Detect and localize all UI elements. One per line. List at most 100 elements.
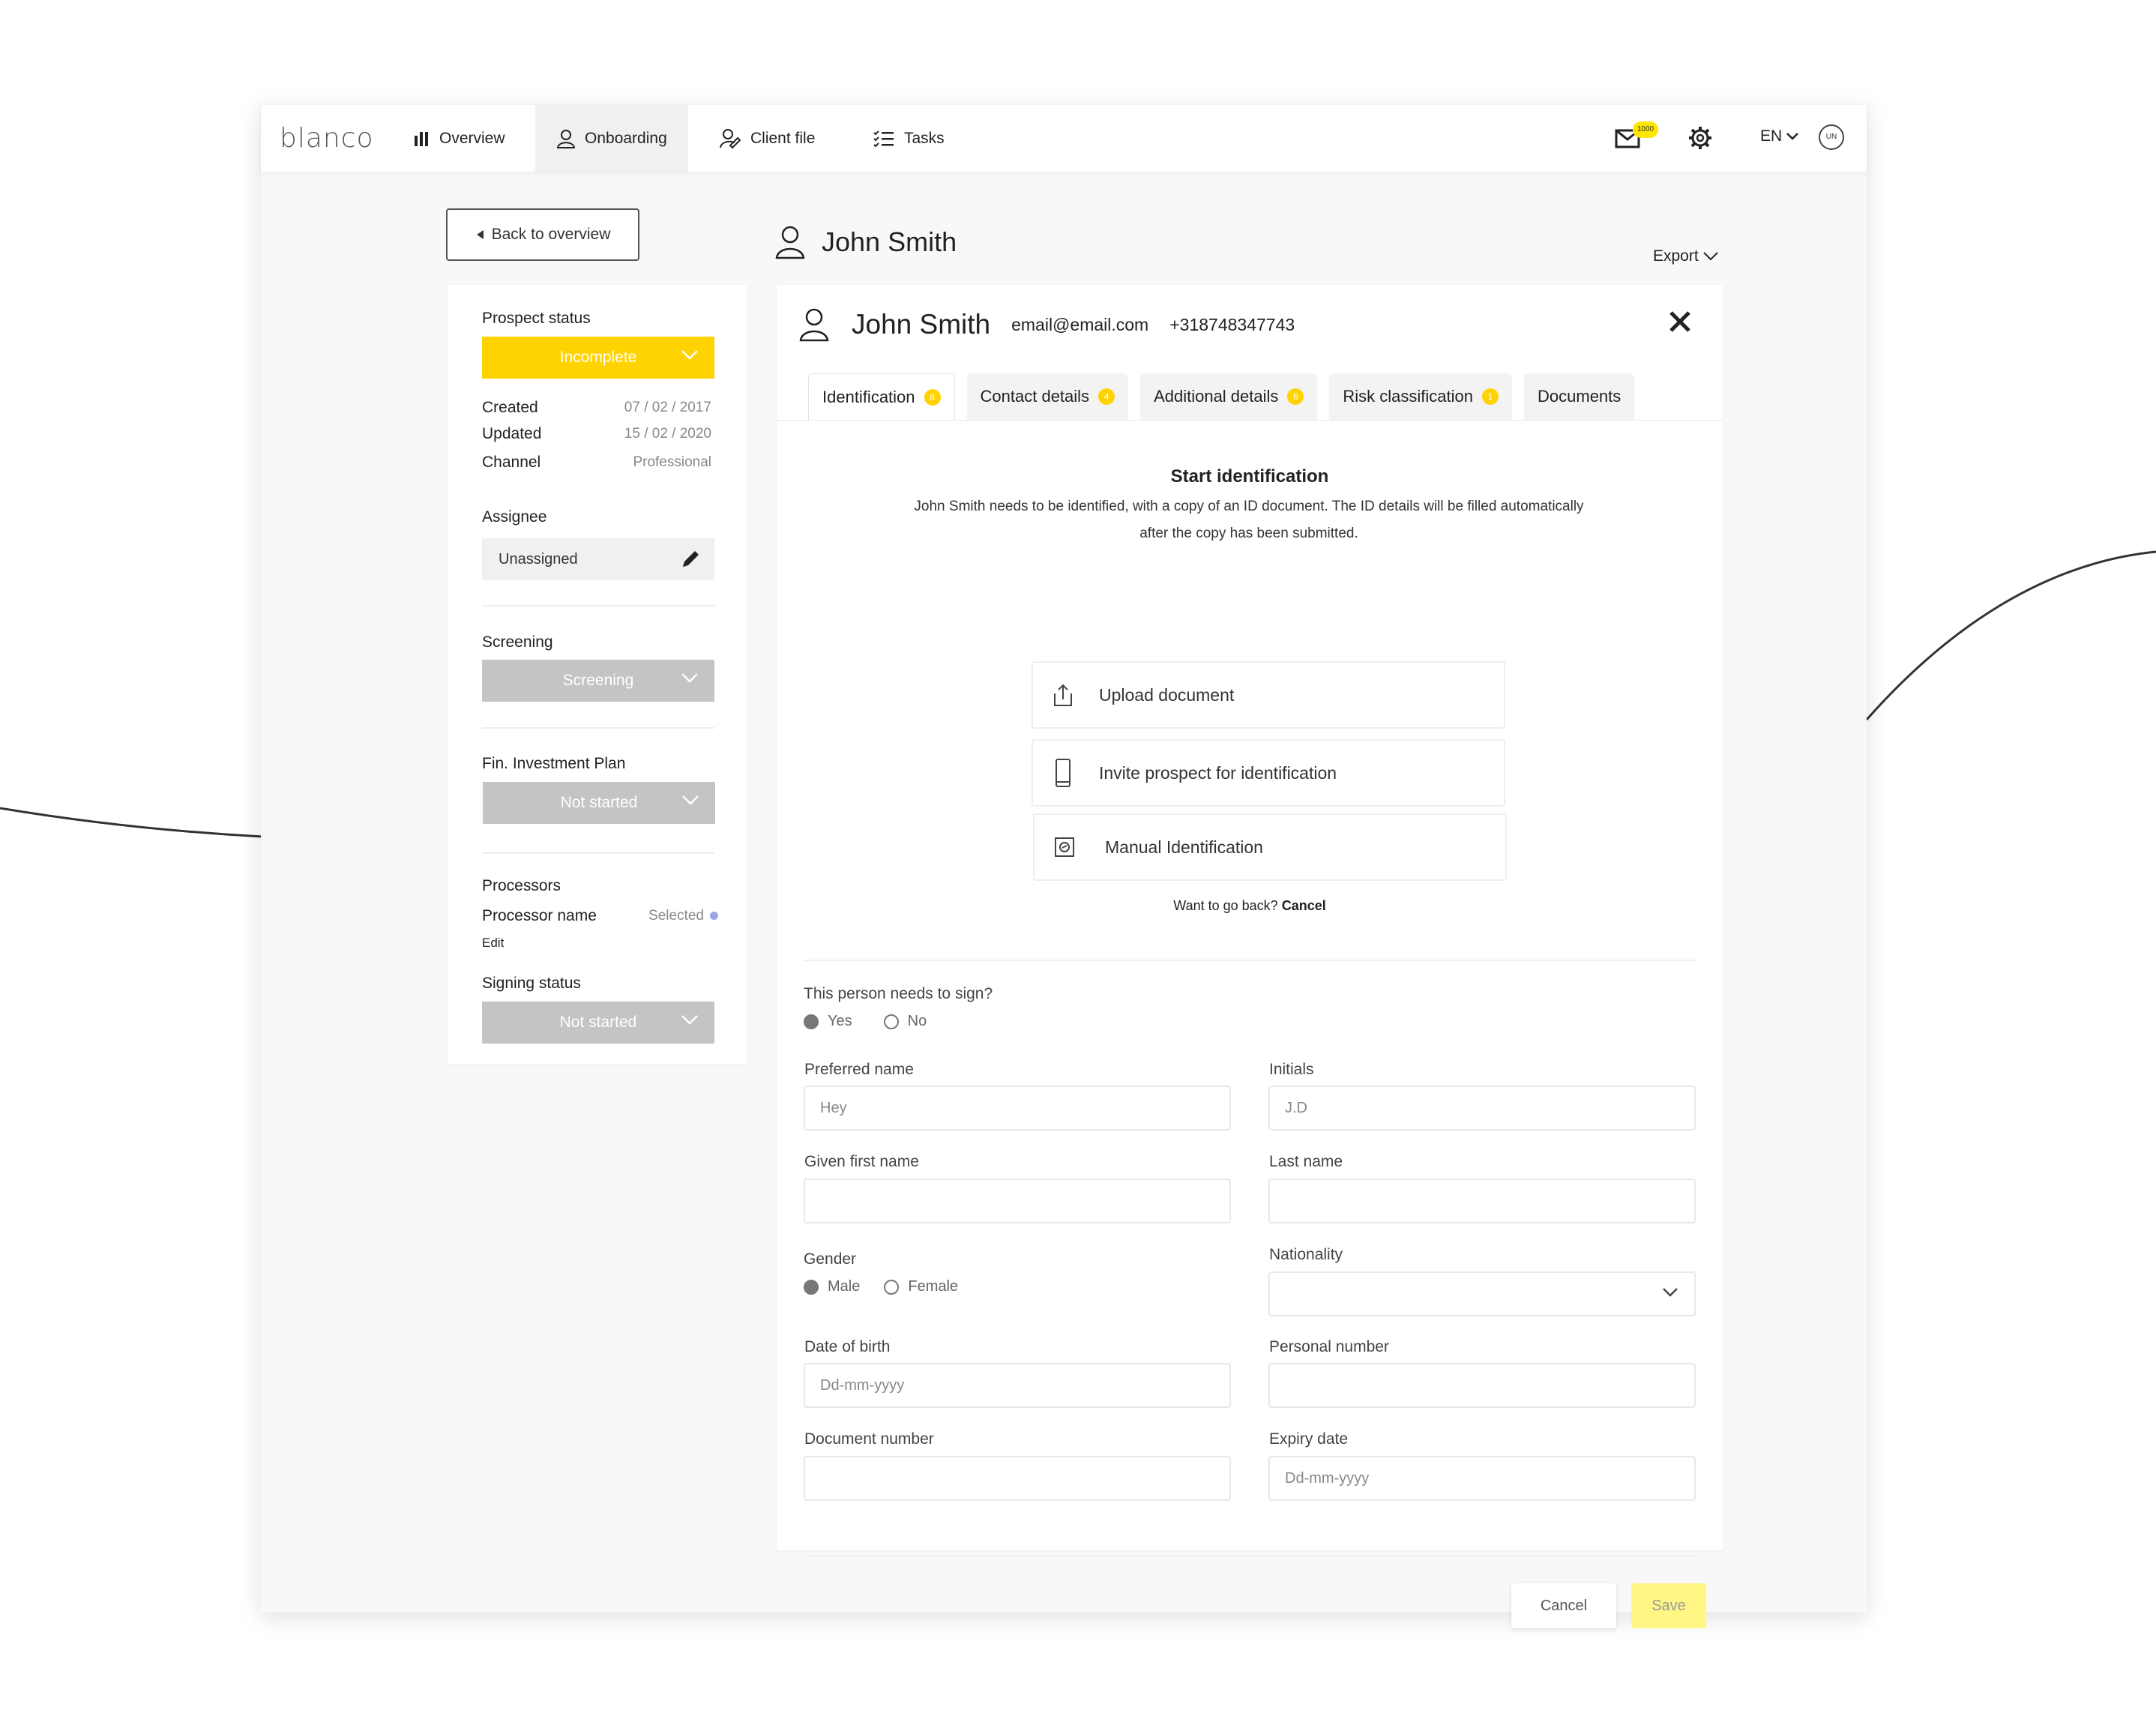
chevron-down-icon [681, 673, 698, 683]
gender-female-radio[interactable]: Female [884, 1278, 958, 1295]
app-window: blanco Overview Onboarding Client file T… [261, 105, 1867, 1628]
nav-onboarding[interactable]: Onboarding [535, 105, 688, 172]
tab-label: Contact details [980, 387, 1090, 406]
date-of-birth-input[interactable]: Dd-mm-yyyy [804, 1363, 1231, 1408]
nationality-select[interactable] [1268, 1271, 1696, 1316]
tab-badge: 4 [1098, 388, 1115, 405]
processor-edit-link[interactable]: Edit [482, 936, 504, 951]
fin-investment-plan-value: Not started [560, 794, 638, 811]
cancel-button[interactable]: Cancel [1511, 1583, 1616, 1628]
prospect-status-value: Incomplete [559, 349, 637, 366]
given-first-name-label: Given first name [804, 1153, 919, 1170]
go-back-cancel-link[interactable]: Cancel [1282, 898, 1326, 913]
created-label: Created [482, 399, 538, 416]
nav-tasks-label: Tasks [904, 129, 945, 147]
fin-investment-plan-dropdown[interactable]: Not started [483, 782, 715, 824]
export-dropdown[interactable]: Export [1653, 247, 1718, 265]
divider [482, 852, 714, 854]
expiry-date-input[interactable]: Dd-mm-yyyy [1268, 1456, 1696, 1501]
upload-document-option[interactable]: Upload document [1032, 661, 1505, 729]
prospect-phone: +318748347743 [1169, 314, 1295, 334]
processor-status-text: Selected [648, 908, 704, 924]
document-number-input[interactable] [804, 1456, 1231, 1501]
manual-identification-option[interactable]: Manual Identification [1033, 813, 1507, 881]
chevron-down-icon [1702, 252, 1718, 261]
date-of-birth-placeholder: Dd-mm-yyyy [820, 1376, 905, 1394]
nationality-label: Nationality [1269, 1246, 1343, 1263]
footer-divider [804, 1556, 1697, 1557]
prospect-sidebar: Prospect status Incomplete Created 07 / … [448, 285, 747, 1065]
assignee-value: Unassigned [499, 550, 578, 568]
preferred-name-input[interactable]: Hey [804, 1086, 1231, 1131]
nav-client-file[interactable]: Client file [698, 105, 836, 172]
tab-additional-details[interactable]: Additional details 6 [1140, 373, 1318, 420]
manual-identification-label: Manual Identification [1105, 837, 1263, 857]
radio-dot [883, 1014, 899, 1029]
tab-badge: 8 [924, 388, 941, 406]
processor-name-label: Processor name [482, 907, 597, 924]
chevron-down-icon [681, 1015, 698, 1025]
given-first-name-input[interactable] [804, 1178, 1231, 1223]
assignee-field[interactable]: Unassigned [482, 538, 714, 580]
screening-value: Screening [562, 672, 634, 689]
radio-dot [804, 1014, 819, 1029]
initials-input[interactable]: J.D [1268, 1086, 1696, 1131]
tab-badge: 1 [1482, 388, 1499, 405]
decorative-curve-left [0, 807, 262, 838]
expiry-date-placeholder: Dd-mm-yyyy [1285, 1469, 1370, 1487]
tab-contact-details[interactable]: Contact details 4 [966, 373, 1129, 420]
personal-number-input[interactable] [1268, 1363, 1696, 1408]
prospect-status-label: Prospect status [482, 310, 591, 327]
user-icon [556, 129, 576, 148]
decorative-curve-right [1865, 550, 2156, 720]
gender-male-radio[interactable]: Male [804, 1278, 860, 1295]
gender-female-label: Female [908, 1278, 959, 1295]
signing-status-label: Signing status [482, 975, 581, 992]
chevron-down-icon [1786, 133, 1799, 140]
go-back-text: Want to go back? [1173, 898, 1278, 913]
tab-identification[interactable]: Identification 8 [808, 373, 955, 420]
top-navigation: blanco Overview Onboarding Client file T… [261, 105, 1867, 172]
last-name-input[interactable] [1268, 1178, 1696, 1223]
gear-icon[interactable] [1688, 126, 1712, 150]
go-back-prompt: Want to go back? Cancel [777, 898, 1723, 914]
initials-value: J.D [1285, 1099, 1307, 1116]
signing-status-value: Not started [559, 1014, 637, 1031]
avatar[interactable]: UN [1819, 124, 1844, 150]
section-divider [804, 960, 1697, 961]
channel-label: Channel [482, 454, 541, 471]
assignee-label: Assignee [482, 508, 547, 526]
bar-chart-icon [415, 131, 428, 146]
preferred-name-label: Preferred name [804, 1061, 914, 1078]
save-button[interactable]: Save [1631, 1583, 1706, 1628]
updated-label: Updated [482, 425, 542, 442]
user-icon [799, 308, 829, 342]
sign-yes-radio[interactable]: Yes [804, 1013, 852, 1030]
invite-prospect-option[interactable]: Invite prospect for identification [1032, 739, 1505, 807]
expiry-date-label: Expiry date [1269, 1430, 1349, 1448]
screening-dropdown[interactable]: Screening [482, 660, 714, 702]
signing-status-dropdown[interactable]: Not started [482, 1002, 714, 1044]
tab-risk-classification[interactable]: Risk classification 1 [1329, 373, 1513, 420]
gender-label: Gender [804, 1250, 857, 1268]
back-button-label: Back to overview [491, 226, 611, 243]
close-icon[interactable] [1669, 310, 1691, 333]
export-label: Export [1653, 247, 1699, 265]
divider [482, 727, 714, 729]
nav-tasks[interactable]: Tasks [852, 105, 966, 172]
prospect-name: John Smith [852, 309, 991, 340]
document-number-label: Document number [804, 1430, 934, 1448]
nav-onboarding-label: Onboarding [585, 129, 667, 147]
sign-no-radio[interactable]: No [883, 1013, 927, 1030]
created-value: 07 / 02 / 2017 [624, 400, 711, 415]
updated-value: 15 / 02 / 2020 [624, 426, 711, 442]
tab-documents[interactable]: Documents [1524, 373, 1635, 420]
prospect-status-dropdown[interactable]: Incomplete [482, 337, 714, 379]
language-selector[interactable]: EN [1760, 127, 1799, 145]
back-to-overview-button[interactable]: Back to overview [446, 208, 639, 261]
nav-overview[interactable]: Overview [391, 105, 526, 172]
pencil-icon[interactable] [680, 549, 701, 570]
tab-badge: 6 [1287, 388, 1304, 405]
last-name-label: Last name [1269, 1153, 1343, 1170]
needs-to-sign-radio-group: Yes No [804, 1013, 927, 1030]
